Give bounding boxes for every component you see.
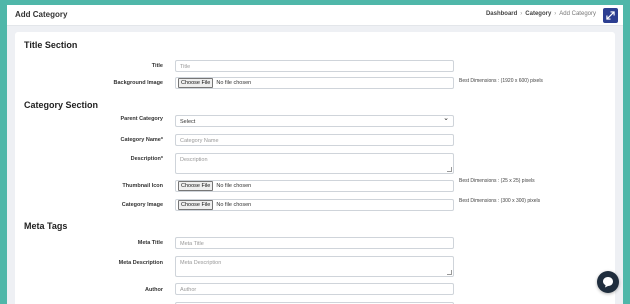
meta-tags-heading: Meta Tags	[24, 221, 68, 231]
breadcrumb-dashboard[interactable]: Dashboard	[486, 11, 517, 17]
description-label: Description*	[130, 156, 163, 162]
file-status: No file chosen	[216, 80, 252, 86]
breadcrumb-current: Add Category	[559, 11, 596, 17]
thumbnail-icon-label: Thumbnail Icon	[122, 183, 163, 189]
expand-icon	[606, 11, 615, 20]
chevron-down-icon: ⌄	[443, 115, 449, 122]
meta-description-label: Meta Description	[118, 260, 163, 266]
meta-title-input[interactable]: Meta Title	[175, 237, 454, 249]
background-image-label: Background Image	[113, 80, 163, 86]
file-status: No file chosen	[216, 202, 252, 208]
choose-file-button[interactable]: Choose File	[178, 200, 214, 210]
choose-file-button[interactable]: Choose File	[178, 78, 214, 88]
title-input[interactable]: Title	[175, 60, 454, 72]
background-image-hint: Best Dimensions : (1920 x 600) pixels	[459, 78, 543, 84]
author-label: Author	[144, 287, 163, 293]
choose-file-button[interactable]: Choose File	[178, 181, 214, 191]
category-image-file-input[interactable]: Choose File No file chosen	[175, 199, 454, 211]
meta-description-placeholder: Meta Description	[180, 260, 222, 266]
resize-handle-icon[interactable]	[447, 167, 452, 172]
top-bar: Add Category Dashboard › Category › Add …	[7, 5, 623, 26]
parent-category-value: Select	[180, 119, 196, 125]
form-card: Title Section Title Title Background Ima…	[15, 32, 615, 304]
title-section-heading: Title Section	[24, 40, 78, 50]
chat-bubble-icon	[603, 277, 613, 288]
resize-handle-icon[interactable]	[447, 270, 452, 275]
category-section-heading: Category Section	[24, 100, 99, 110]
meta-description-textarea[interactable]: Meta Description	[175, 256, 454, 277]
category-name-label: Category Name*	[120, 137, 164, 143]
background-image-file-input[interactable]: Choose File No file chosen	[175, 77, 454, 89]
expand-button[interactable]	[603, 8, 618, 23]
breadcrumb-separator: ›	[554, 11, 557, 17]
app-window: Add Category Dashboard › Category › Add …	[7, 5, 623, 304]
title-label: Title	[151, 63, 163, 69]
parent-category-label: Parent Category	[120, 116, 164, 122]
breadcrumb-separator: ›	[520, 11, 523, 17]
chat-button[interactable]	[597, 271, 619, 293]
description-placeholder: Description	[180, 157, 208, 163]
description-textarea[interactable]: Description	[175, 153, 454, 174]
page-title: Add Category	[15, 10, 68, 19]
file-status: No file chosen	[216, 183, 252, 189]
category-image-label: Category Image	[121, 202, 163, 208]
breadcrumb: Dashboard › Category › Add Category	[486, 11, 596, 17]
parent-category-select[interactable]: Select ⌄	[175, 115, 454, 127]
meta-title-label: Meta Title	[137, 240, 163, 246]
category-name-input[interactable]: Category Name	[175, 134, 454, 146]
category-image-hint: Best Dimensions : (300 x 300) pixels	[459, 198, 541, 204]
thumbnail-icon-file-input[interactable]: Choose File No file chosen	[175, 180, 454, 192]
thumbnail-icon-hint: Best Dimensions : (25 x 25) pixels	[459, 178, 535, 184]
breadcrumb-category[interactable]: Category	[525, 11, 551, 17]
author-input[interactable]: Author	[175, 283, 454, 295]
